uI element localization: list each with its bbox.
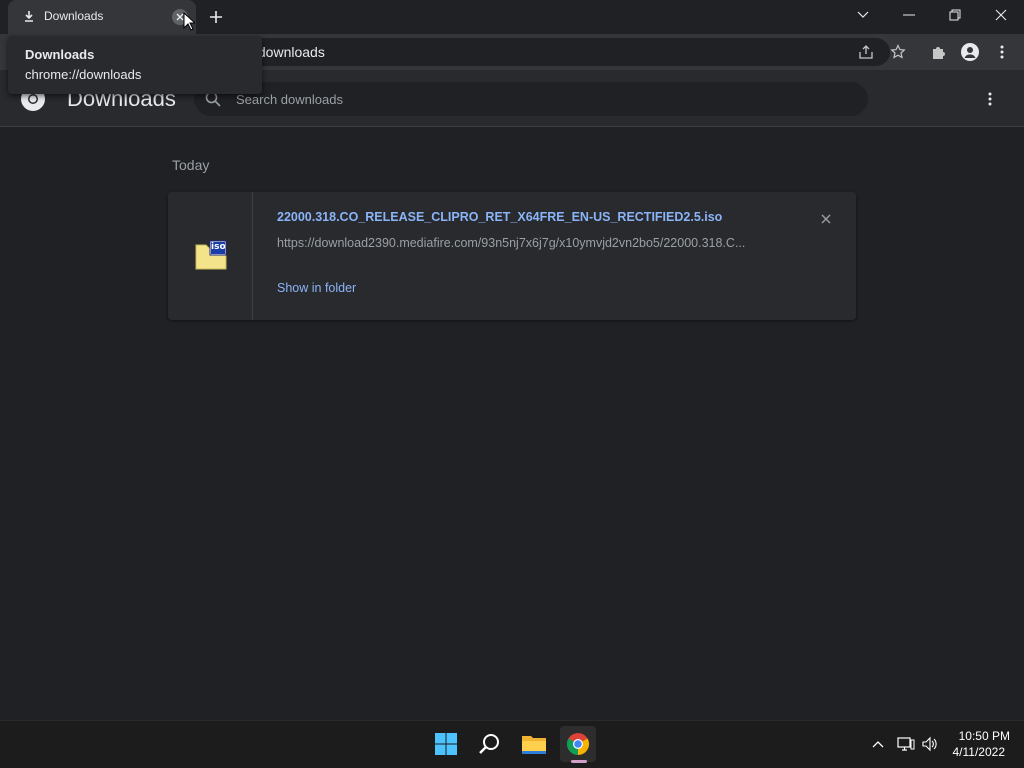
restore-icon[interactable] xyxy=(932,0,978,30)
show-hidden-icons-chevron-icon[interactable] xyxy=(868,734,888,754)
tab-title: Downloads xyxy=(44,9,104,23)
taskbar-search-icon[interactable] xyxy=(472,726,508,762)
active-app-indicator xyxy=(571,760,587,763)
remove-download-icon[interactable] xyxy=(817,210,835,228)
download-source-url: https://download2390.mediafire.com/93n5n… xyxy=(277,236,746,250)
file-explorer-icon[interactable] xyxy=(516,726,552,762)
bookmark-star-icon[interactable] xyxy=(888,42,908,62)
chrome-taskbar-icon[interactable] xyxy=(560,726,596,762)
tooltip-url: chrome://downloads xyxy=(25,67,142,82)
mouse-cursor-icon xyxy=(183,11,197,36)
volume-icon[interactable] xyxy=(920,734,940,754)
extensions-icon[interactable] xyxy=(928,42,948,62)
taskbar-clock-time[interactable]: 10:50 PM xyxy=(940,729,1010,743)
download-file-name-link[interactable]: 22000.318.CO_RELEASE_CLIPRO_RET_X64FRE_E… xyxy=(277,210,722,224)
show-in-folder-link[interactable]: Show in folder xyxy=(277,281,356,295)
share-icon[interactable] xyxy=(856,42,876,62)
tooltip-title: Downloads xyxy=(25,47,95,62)
tab-downloads[interactable]: Downloads xyxy=(8,0,196,34)
close-window-icon[interactable] xyxy=(978,0,1024,30)
iso-file-icon: iso xyxy=(194,239,230,271)
window-controls xyxy=(840,0,1024,30)
new-tab-button[interactable] xyxy=(206,7,226,27)
search-input[interactable] xyxy=(236,90,836,108)
tab-hover-tooltip: Downloads chrome://downloads xyxy=(8,36,262,94)
taskbar-clock-date[interactable]: 4/11/2022 xyxy=(940,745,1006,759)
more-actions-icon[interactable] xyxy=(980,89,1000,109)
iso-icon-label: iso xyxy=(211,242,226,252)
minimize-icon[interactable] xyxy=(886,0,932,30)
chrome-menu-icon[interactable] xyxy=(992,42,1012,62)
profile-icon[interactable] xyxy=(960,42,980,62)
network-icon[interactable] xyxy=(896,734,916,754)
windows-start-icon[interactable] xyxy=(428,726,464,762)
download-icon xyxy=(22,9,36,23)
card-divider xyxy=(252,192,253,320)
address-bar[interactable] xyxy=(230,38,890,66)
address-text: /downloads xyxy=(254,44,325,60)
tab-search-icon[interactable] xyxy=(840,0,886,30)
date-section-label: Today xyxy=(172,157,210,173)
